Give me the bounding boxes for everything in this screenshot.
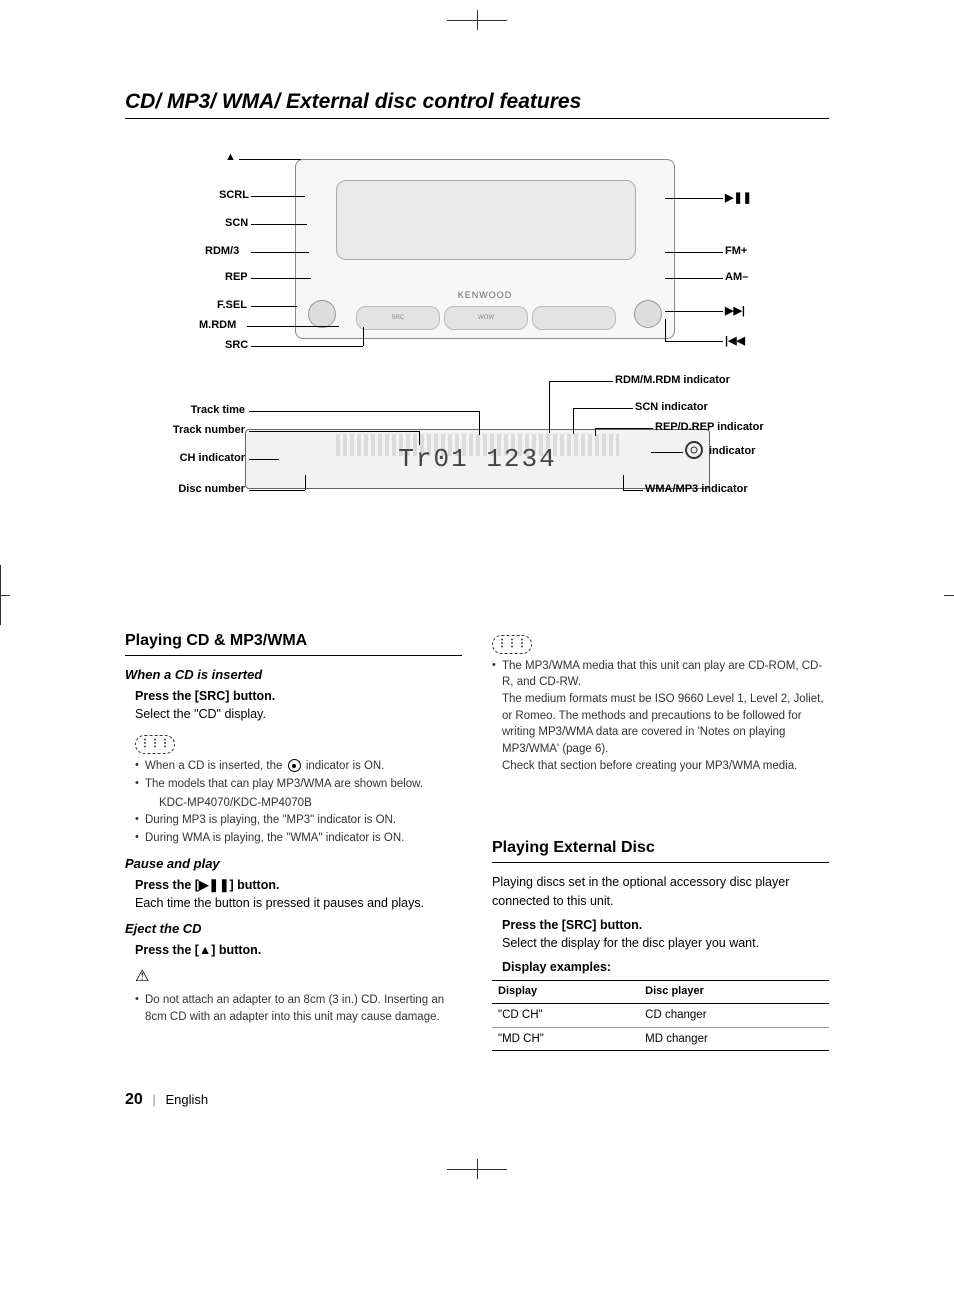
lcd-screen	[336, 180, 636, 260]
faceplate-diagram: KENWOOD SRC WOW ▲ SCRL SCN RDM/3 REP F.S…	[125, 149, 829, 579]
label-track-number: Track number	[160, 424, 245, 436]
label-eject: ▲	[225, 151, 236, 163]
button-row: SRC WOW	[356, 306, 616, 330]
note-icon: ⋮⋮⋮	[492, 635, 532, 654]
bullet-item: The MP3/WMA media that this unit can pla…	[492, 658, 829, 775]
models-line: KDC-MP4070/KDC-MP4070B	[159, 795, 462, 812]
bullet-item: The models that can play MP3/WMA are sho…	[135, 776, 462, 793]
faceplate: KENWOOD SRC WOW	[295, 159, 675, 339]
wow-pill: WOW	[444, 306, 528, 330]
label-rdm-mrdm: RDM/M.RDM indicator	[615, 374, 730, 386]
page-number: 20	[125, 1091, 143, 1108]
left-knob	[308, 300, 336, 328]
body-external: Select the display for the disc player y…	[502, 934, 829, 952]
label-scn-ind: SCN indicator	[635, 401, 708, 413]
bullet-item: Do not attach an adapter to an 8cm (3 in…	[135, 992, 462, 1025]
label-ch-indicator: CH indicator	[170, 452, 245, 464]
display-examples-label: Display examples:	[502, 958, 829, 976]
label-fmplus: FM+	[725, 245, 747, 257]
external-intro: Playing discs set in the optional access…	[492, 873, 829, 909]
heading-external-disc: Playing External Disc	[492, 836, 829, 863]
label-wma-mp3: WMA/MP3 indicator	[645, 483, 748, 495]
sub-when-inserted: When a CD is inserted	[125, 666, 462, 685]
th-display: Display	[492, 981, 639, 1004]
label-fsel: F.SEL	[217, 299, 247, 311]
sub-pause-play: Pause and play	[125, 855, 462, 874]
label-src: SRC	[225, 339, 248, 351]
disc-inline-icon	[288, 759, 301, 772]
eject-bullets: Do not attach an adapter to an 8cm (3 in…	[135, 992, 462, 1025]
label-scrl: SCRL	[219, 189, 249, 201]
lcd-display-panel: Tr01 1234	[245, 429, 710, 489]
label-next: ▶▶|	[725, 304, 745, 317]
insert-bullets-2: During MP3 is playing, the "MP3" indicat…	[135, 812, 462, 847]
label-track-time: Track time	[175, 404, 245, 416]
label-playpause: ▶❚❚	[725, 191, 752, 204]
insert-bullets: When a CD is inserted, the indicator is …	[135, 758, 462, 793]
page-footer: 20 | English	[125, 1091, 829, 1109]
label-scn: SCN	[225, 217, 248, 229]
page-title: CD/ MP3/ WMA/ External disc control feat…	[125, 90, 829, 119]
warning-icon: ⚠	[135, 965, 149, 988]
right-knob	[634, 300, 662, 328]
body-select-cd: Select the "CD" display.	[135, 705, 462, 723]
step-press-playpause: Press the [▶❚❚] button.	[135, 876, 462, 894]
sub-eject: Eject the CD	[125, 920, 462, 939]
label-amminus: AM–	[725, 271, 748, 283]
step-press-eject: Press the [▲] button.	[135, 941, 462, 959]
step-external-src: Press the [SRC] button.	[502, 916, 829, 934]
note-icon: ⋮⋮⋮	[135, 735, 175, 754]
body-pause: Each time the button is pressed it pause…	[135, 894, 462, 912]
left-column: Playing CD & MP3/WMA When a CD is insert…	[125, 629, 462, 1051]
table-row: "CD CH" CD changer	[492, 1003, 829, 1027]
heading-playing-cd: Playing CD & MP3/WMA	[125, 629, 462, 656]
brand-label: KENWOOD	[458, 290, 513, 300]
label-rep-drep: REP/D.REP indicator	[655, 421, 764, 433]
label-disc-ind: indicator	[709, 445, 755, 457]
bullet-item: When a CD is inserted, the indicator is …	[135, 758, 462, 775]
right-column: ⋮⋮⋮ The MP3/WMA media that this unit can…	[492, 629, 829, 1051]
th-disc-player: Disc player	[639, 981, 829, 1004]
right-notes: The MP3/WMA media that this unit can pla…	[492, 658, 829, 775]
lcd-text: Tr01 1234	[398, 444, 556, 474]
label-rdm3: RDM/3	[205, 245, 239, 257]
src-pill: SRC	[356, 306, 440, 330]
label-rep: REP	[225, 271, 248, 283]
bullet-item: During MP3 is playing, the "MP3" indicat…	[135, 812, 462, 829]
disc-icon	[685, 441, 703, 459]
label-prev: |◀◀	[725, 334, 745, 347]
label-disc-number: Disc number	[167, 483, 245, 495]
label-mrdm: M.RDM	[199, 319, 236, 331]
bullet-item: During WMA is playing, the "WMA" indicat…	[135, 830, 462, 847]
table-row: "MD CH" MD changer	[492, 1027, 829, 1051]
page-language: English	[165, 1092, 208, 1107]
display-examples-table: Display Disc player "CD CH" CD changer "…	[492, 980, 829, 1051]
step-press-src: Press the [SRC] button.	[135, 687, 462, 705]
